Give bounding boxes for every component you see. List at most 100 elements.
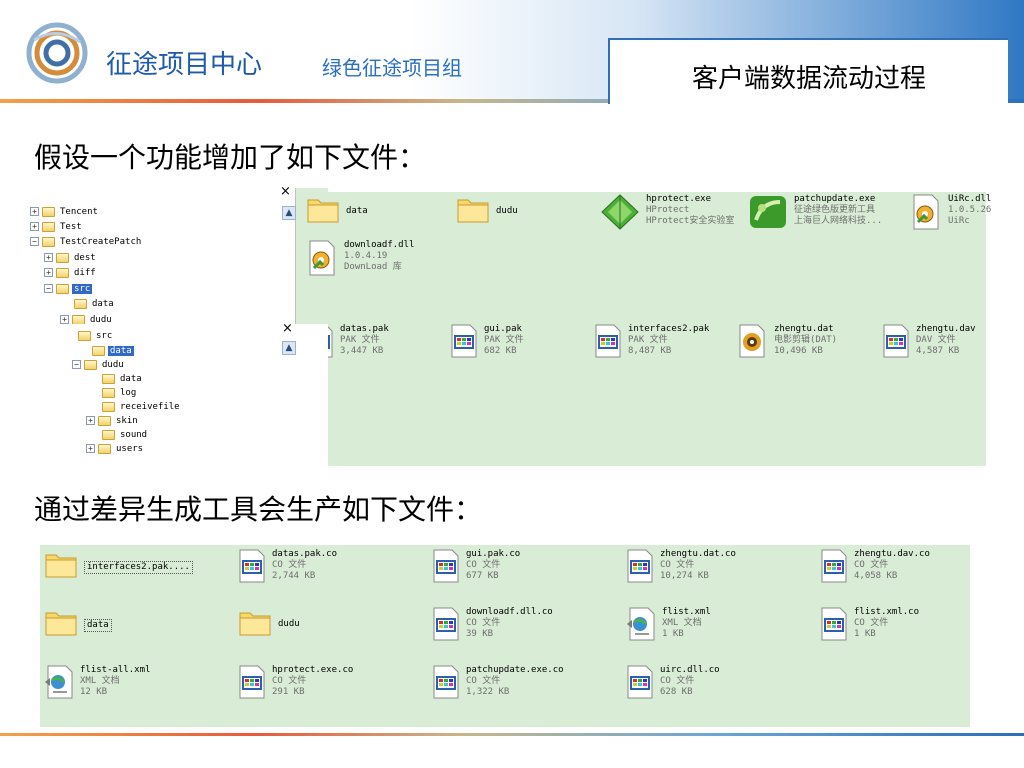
close-icon[interactable]: × [282, 321, 293, 336]
file-name: patchupdate.exe.co [466, 665, 564, 675]
file-item[interactable]: flist-all.xml XML 文档 12 KB [44, 665, 150, 699]
tree-item[interactable]: data [90, 371, 144, 386]
file-item[interactable]: gui.pak.co CO 文件 677 KB [432, 549, 520, 583]
file-item-text: hprotect.exe.co CO 文件 291 KB [272, 665, 353, 698]
tree-item[interactable]: log [90, 385, 138, 400]
file-type: PAK 文件 [628, 335, 668, 345]
tree-item-label: skin [116, 415, 138, 426]
tree-item[interactable]: + skin [86, 413, 140, 428]
file-name: dudu [278, 619, 300, 629]
file-size: 3,447 KB [340, 346, 384, 356]
folder-icon [45, 554, 77, 578]
tree-item[interactable]: src [66, 328, 114, 343]
tree-item[interactable]: data [62, 296, 116, 311]
file-item-text: interfaces2.pak PAK 文件 8,487 KB [628, 324, 709, 357]
file-item-text: uirc.dll.co CO 文件 628 KB [660, 665, 720, 698]
tree-item[interactable]: + Test [30, 219, 84, 234]
expander-icon[interactable]: + [44, 253, 53, 262]
file-name: zhengtu.dat.co [660, 549, 736, 559]
file-name: downloadf.dll.co [466, 607, 553, 617]
file-name: zhengtu.dav [916, 324, 976, 334]
tree-item-label: log [120, 387, 137, 398]
file-item[interactable]: dudu [238, 607, 300, 637]
generic-file-icon [239, 549, 265, 583]
file-size: HProtect安全实验室 [646, 216, 735, 226]
file-name: gui.pak [484, 324, 522, 334]
file-name: zhengtu.dat [774, 324, 834, 334]
file-type: 征途绿色版更新工具 [794, 205, 876, 215]
folder-icon [102, 401, 115, 412]
expander-icon[interactable]: − [72, 360, 81, 369]
generic-file-icon [821, 549, 847, 583]
file-item[interactable]: zhengtu.dav.co CO 文件 4,058 KB [820, 549, 930, 583]
file-item-text: zhengtu.dav DAV 文件 4,587 KB [916, 324, 976, 357]
file-size: 291 KB [272, 687, 305, 697]
tree-item[interactable]: + dest [44, 250, 98, 265]
folder-icon [78, 330, 91, 341]
file-name: interfaces2.pak [628, 324, 710, 334]
tree-item-label: src [96, 330, 113, 341]
scroll-up-icon[interactable]: ▲ [282, 341, 296, 355]
expander-icon[interactable]: + [60, 315, 69, 324]
slide-title: 客户端数据流动过程 [691, 64, 926, 94]
tree-item[interactable]: + users [86, 441, 145, 456]
tree-item[interactable]: − dudu [72, 357, 126, 372]
file-item[interactable]: interfaces2.pak.... [44, 549, 193, 579]
file-item[interactable]: zhengtu.dav DAV 文件 4,587 KB [882, 324, 976, 358]
file-item[interactable]: flist.xml XML 文档 1 KB [626, 607, 711, 641]
file-item[interactable]: data [44, 607, 112, 637]
file-item[interactable]: zhengtu.dat 电影剪辑(DAT) 10,496 KB [738, 324, 837, 358]
file-item[interactable]: data [306, 194, 368, 224]
file-item[interactable]: downloadf.dll 1.0.4.19 DownLoad 库 [306, 240, 414, 276]
file-item[interactable]: datas.pak.co CO 文件 2,744 KB [238, 549, 337, 583]
tree-item-label: Test [60, 221, 82, 232]
generic-file-icon [627, 665, 653, 699]
expander-icon[interactable]: + [30, 207, 39, 216]
expander-icon[interactable]: − [44, 284, 53, 293]
file-item[interactable]: flist.xml.co CO 文件 1 KB [820, 607, 919, 641]
file-item-text: gui.pak PAK 文件 682 KB [484, 324, 524, 357]
file-item[interactable]: interfaces2.pak PAK 文件 8,487 KB [594, 324, 709, 358]
file-item[interactable]: zhengtu.dat.co CO 文件 10,274 KB [626, 549, 736, 583]
tree-item[interactable]: − src [44, 281, 93, 296]
file-item[interactable]: dudu [456, 194, 518, 224]
tree-item[interactable]: sound [90, 427, 149, 442]
generic-file-icon [433, 665, 459, 699]
tree-item-label: data [92, 298, 114, 309]
file-item[interactable]: downloadf.dll.co CO 文件 39 KB [432, 607, 553, 641]
folder-icon [239, 612, 271, 636]
folder-icon [98, 415, 111, 426]
folder-icon [74, 298, 87, 309]
file-item[interactable]: hprotect.exe.co CO 文件 291 KB [238, 665, 353, 699]
close-icon[interactable]: × [280, 184, 291, 199]
file-type: 1.0.5.26 [948, 205, 992, 215]
tree-item[interactable]: + Tencent [30, 204, 100, 219]
tree-item[interactable]: + diff [44, 265, 98, 280]
expander-icon[interactable]: + [86, 444, 95, 453]
file-size: 1 KB [854, 629, 876, 639]
file-item[interactable]: gui.pak PAK 文件 682 KB [450, 324, 524, 358]
file-type: HProtect [646, 205, 690, 215]
tree-item[interactable]: receivefile [90, 399, 182, 414]
file-size: UiRc [948, 216, 970, 226]
green-app-icon [750, 196, 786, 228]
file-item[interactable]: uirc.dll.co CO 文件 628 KB [626, 665, 720, 699]
scroll-up-icon[interactable]: ▲ [282, 206, 296, 220]
file-item[interactable]: hprotect.exe HProtect HProtect安全实验室 [600, 194, 734, 230]
expander-icon[interactable]: − [30, 237, 39, 246]
file-item[interactable]: patchupdate.exe 征途绿色版更新工具 上海巨人网络科技... [748, 194, 882, 230]
folder-icon [56, 267, 69, 278]
file-item-text: data [84, 619, 112, 632]
folder-icon [72, 314, 85, 325]
expander-icon[interactable]: + [86, 416, 95, 425]
file-item[interactable]: patchupdate.exe.co CO 文件 1,322 KB [432, 665, 564, 699]
expander-icon[interactable]: + [44, 268, 53, 277]
tree-item[interactable]: − TestCreatePatch [30, 234, 143, 249]
folder-icon [42, 206, 55, 217]
file-name: dudu [496, 206, 518, 216]
expander-icon[interactable]: + [30, 222, 39, 231]
tree-item-label: dest [74, 252, 96, 263]
file-item[interactable]: UiRc.dll 1.0.5.26 UiRc [910, 194, 991, 230]
tree-item[interactable]: data [80, 343, 134, 358]
brand-subtitle: 绿色征途项目组 [322, 56, 462, 80]
